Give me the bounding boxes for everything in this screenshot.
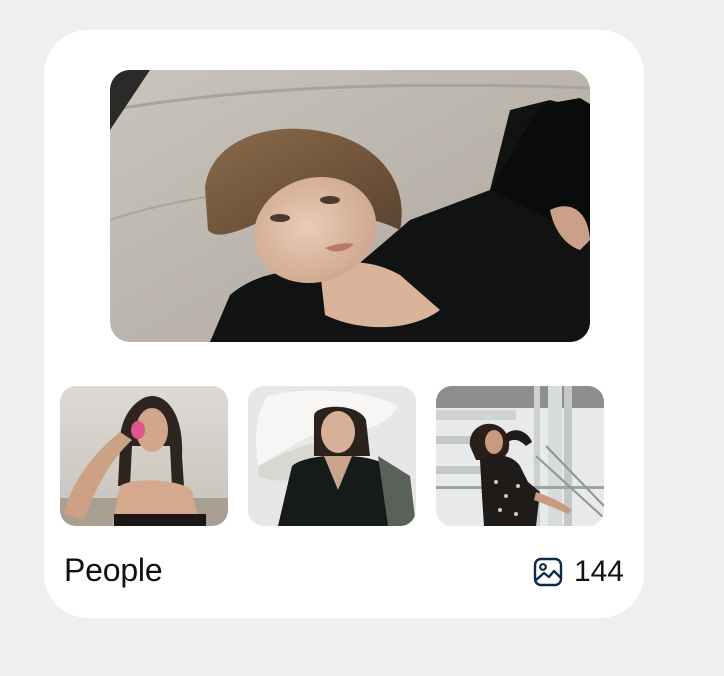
album-thumbnail-2[interactable] [248, 386, 416, 526]
photo-count: 144 [532, 554, 624, 590]
gallery-icon [533, 557, 563, 587]
album-card[interactable]: People 144 [44, 30, 644, 618]
album-title: People [64, 552, 163, 588]
photo-count-value: 144 [573, 555, 624, 588]
album-thumbnail-1[interactable] [60, 386, 228, 526]
album-cover-photo[interactable] [110, 70, 590, 342]
album-thumbnail-3[interactable] [436, 386, 604, 526]
